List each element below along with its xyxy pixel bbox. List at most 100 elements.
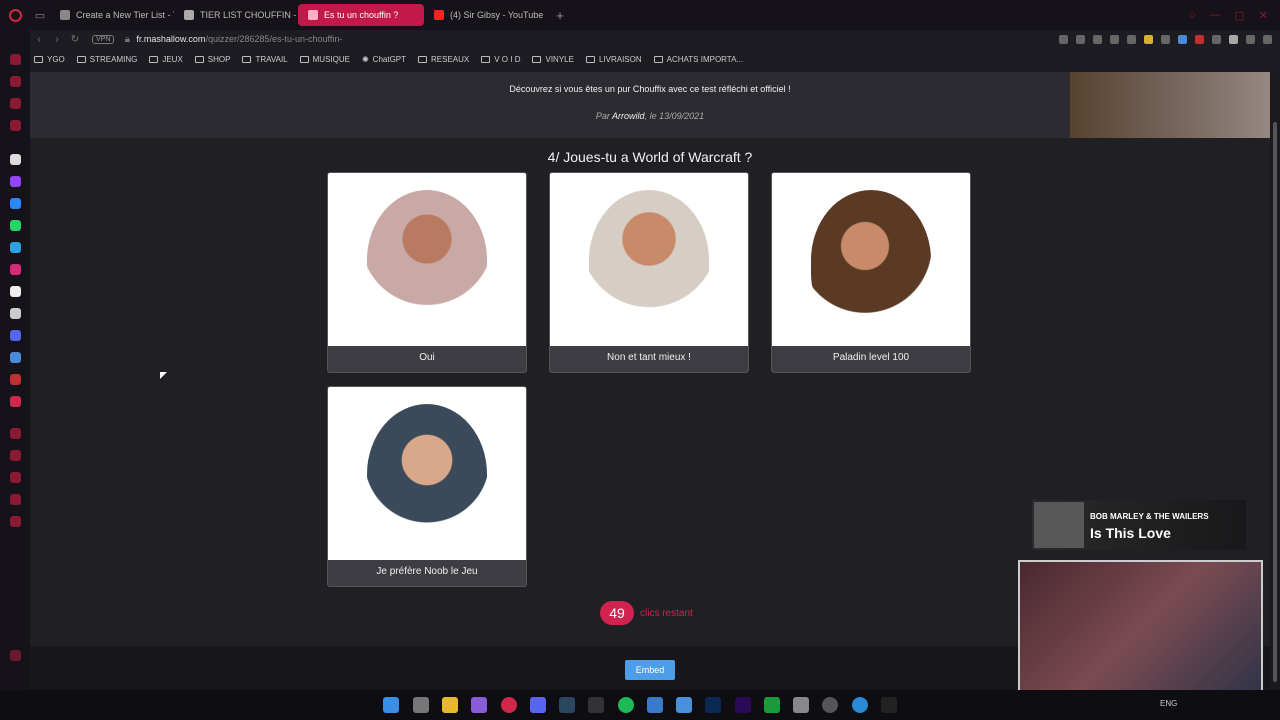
- tiktok-icon[interactable]: [10, 286, 21, 297]
- scrollbar-thumb[interactable]: [1273, 122, 1277, 682]
- answer-card-noob[interactable]: Je préfère Noob le Jeu: [327, 386, 527, 587]
- embed-button[interactable]: Embed: [625, 660, 675, 680]
- tab-youtube[interactable]: (4) Sir Gibsy - YouTube: [424, 4, 550, 26]
- speed-dial-icon[interactable]: [10, 428, 21, 439]
- messenger-icon[interactable]: [10, 198, 21, 209]
- bookmark-ygo[interactable]: YGO: [34, 55, 65, 64]
- messenger-icon[interactable]: [10, 98, 21, 109]
- instagram-icon[interactable]: [10, 264, 21, 275]
- heart-icon[interactable]: [1127, 34, 1136, 44]
- bookmarks-icon[interactable]: [10, 450, 21, 461]
- windows-start-icon[interactable]: [383, 697, 399, 713]
- language-indicator[interactable]: ENG: [1160, 699, 1177, 708]
- discord-icon[interactable]: [10, 330, 21, 341]
- minimize-icon[interactable]: —: [1209, 9, 1220, 22]
- url-field[interactable]: fr.mashallow.com/quizzer/286285/es-tu-un…: [136, 34, 342, 44]
- pin-icon[interactable]: [1076, 34, 1085, 44]
- photoshop-icon[interactable]: [705, 697, 721, 713]
- bookmark-void[interactable]: V O I D: [481, 55, 520, 64]
- telegram-icon[interactable]: [10, 242, 21, 253]
- app-icon[interactable]: [822, 697, 838, 713]
- xbox-icon[interactable]: [764, 697, 780, 713]
- bookmark-reseaux[interactable]: RESEAUX: [418, 55, 469, 64]
- app-icon[interactable]: [10, 374, 21, 385]
- task-view-icon[interactable]: [413, 697, 429, 713]
- now-playing-song: Is This Love: [1090, 525, 1171, 541]
- arc-icon[interactable]: [10, 154, 21, 165]
- extension-icon[interactable]: [1144, 34, 1153, 44]
- music-icon[interactable]: [10, 76, 21, 87]
- app-icon[interactable]: [471, 697, 487, 713]
- tab-tier-list-create[interactable]: Create a New Tier List - T: [50, 4, 174, 26]
- chatgpt-icon: ✺: [361, 54, 369, 64]
- download-icon[interactable]: [1246, 34, 1255, 44]
- tab-es-tu-un-chouffin[interactable]: Es tu un chouffin ?: [298, 4, 424, 26]
- opera-gx-icon[interactable]: [501, 697, 517, 713]
- folder-icon: [242, 55, 252, 63]
- app-icon[interactable]: [852, 697, 868, 713]
- snapshot-icon[interactable]: [1059, 34, 1068, 44]
- answer-card-oui[interactable]: Oui: [327, 172, 527, 373]
- app-icon[interactable]: [676, 697, 692, 713]
- puzzle-icon[interactable]: [1212, 34, 1221, 44]
- extension-icon[interactable]: [1195, 34, 1204, 44]
- answer-card-non[interactable]: Non et tant mieux !: [549, 172, 749, 373]
- author-link[interactable]: Arrowild: [612, 111, 645, 121]
- app-icon[interactable]: [10, 352, 21, 363]
- avatar[interactable]: [1229, 34, 1238, 44]
- bookmark-jeux[interactable]: JEUX: [149, 55, 183, 64]
- bookmark-chatgpt[interactable]: ✺ ChatGPT: [362, 55, 406, 64]
- discord-icon[interactable]: [530, 697, 546, 713]
- mouse-cursor-icon: [160, 372, 167, 379]
- tv-icon[interactable]: [10, 120, 21, 131]
- epic-games-icon[interactable]: [588, 697, 604, 713]
- reload-icon[interactable]: ↻: [66, 34, 84, 45]
- tab-favicon-icon: [308, 10, 318, 20]
- folder-icon: [299, 55, 309, 63]
- search-icon[interactable]: ○: [1189, 9, 1196, 22]
- close-icon[interactable]: ✕: [1259, 9, 1268, 22]
- answer-picture: [589, 189, 709, 330]
- player-icon[interactable]: [10, 396, 21, 407]
- whatsapp-icon[interactable]: [10, 220, 21, 231]
- extension-icon[interactable]: [1178, 34, 1187, 44]
- back-icon[interactable]: ‹: [30, 34, 48, 45]
- spotify-icon[interactable]: [618, 697, 634, 713]
- page-scrollbar[interactable]: [1270, 72, 1280, 690]
- bookmark-travail[interactable]: TRAVAIL: [242, 55, 288, 64]
- history-icon[interactable]: [10, 472, 21, 483]
- live-icon[interactable]: [881, 697, 897, 713]
- new-tab-button[interactable]: +: [550, 8, 570, 23]
- bookmark-livraison[interactable]: LIVRAISON: [585, 55, 642, 64]
- bookmark-vinyle[interactable]: VINYLE: [532, 55, 574, 64]
- steam-icon[interactable]: [559, 697, 575, 713]
- maximize-icon[interactable]: ▢: [1234, 9, 1244, 22]
- bookmark-streaming[interactable]: STREAMING: [76, 55, 137, 64]
- bookmark-musique[interactable]: MUSIQUE: [299, 55, 350, 64]
- premiere-icon[interactable]: [735, 697, 751, 713]
- app-icon[interactable]: [647, 697, 663, 713]
- app-icon[interactable]: [793, 697, 809, 713]
- folder-icon: [418, 55, 428, 63]
- x-icon[interactable]: [10, 308, 21, 319]
- gx-icon[interactable]: [10, 650, 21, 661]
- menu-icon[interactable]: [1263, 34, 1272, 44]
- question-title: 4/ Joues-tu a World of Warcraft ?: [547, 149, 753, 165]
- forward-icon[interactable]: ›: [48, 34, 66, 45]
- twitch-icon[interactable]: [10, 176, 21, 187]
- tab-tier-list-chouffin[interactable]: TIER LIST CHOUFFIN - Ti: [174, 4, 298, 26]
- shield-icon[interactable]: [1093, 34, 1102, 44]
- extension-icon[interactable]: [1161, 34, 1170, 44]
- answer-card-paladin[interactable]: Paladin level 100: [771, 172, 971, 373]
- publish-date: , le 13/09/2021: [644, 111, 705, 121]
- play-icon[interactable]: [1110, 34, 1119, 44]
- opera-logo-icon[interactable]: [0, 0, 30, 30]
- bookmark-shop[interactable]: SHOP: [194, 55, 230, 64]
- workspace-icon[interactable]: ▭: [30, 0, 50, 30]
- bookmark-achats[interactable]: ACHATS IMPORTA...: [653, 55, 743, 64]
- extensions-icon[interactable]: [10, 494, 21, 505]
- aria-icon[interactable]: [10, 54, 21, 65]
- settings-icon[interactable]: [10, 516, 21, 527]
- file-explorer-icon[interactable]: [442, 697, 458, 713]
- vpn-badge[interactable]: VPN: [92, 34, 115, 44]
